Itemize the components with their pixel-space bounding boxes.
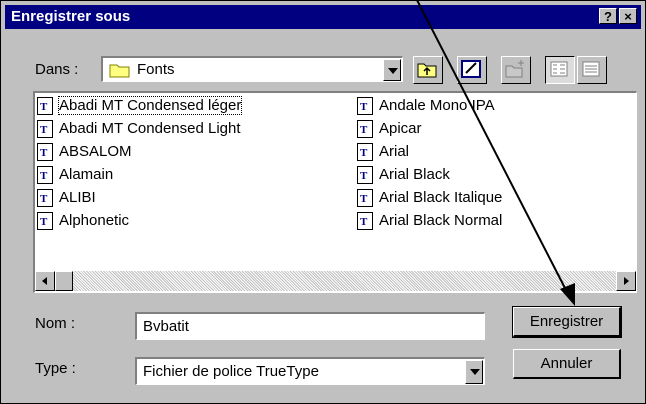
annotation-arrow	[416, 0, 575, 306]
